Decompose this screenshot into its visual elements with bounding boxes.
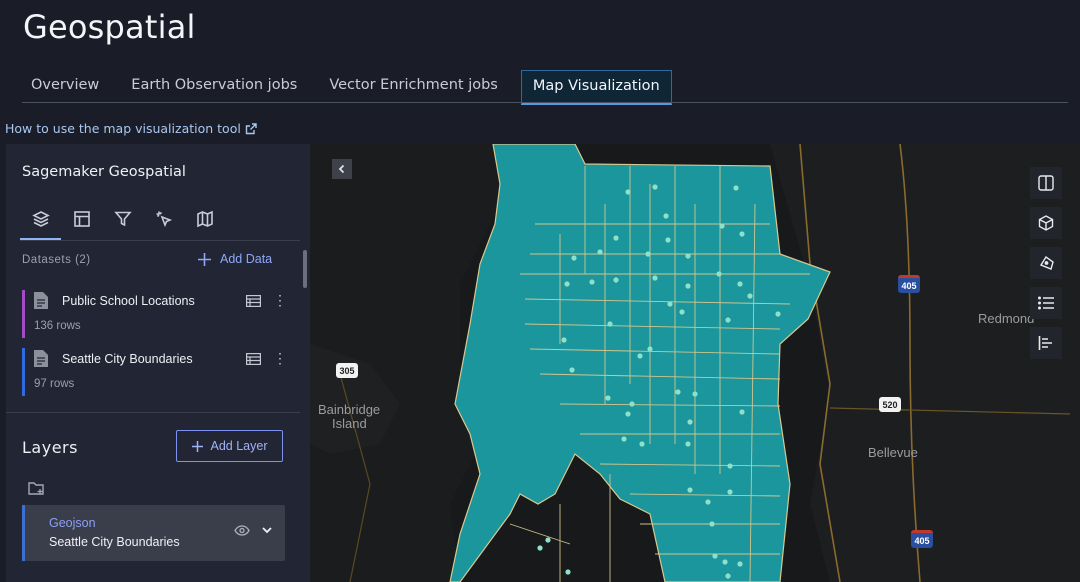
map-canvas[interactable]: Redmond Bainbridge Island Bellevue 305 4…	[310, 144, 1080, 582]
legend-list-icon[interactable]	[1030, 287, 1062, 319]
panel-tool-tabs	[20, 204, 225, 240]
dataset-name: Seattle City Boundaries	[62, 352, 193, 366]
help-link[interactable]: How to use the map visualization tool	[5, 121, 257, 136]
layer-name: Seattle City Boundaries	[49, 535, 180, 549]
map-label-redmond: Redmond	[978, 311, 1035, 326]
add-data-button[interactable]: Add Data	[198, 252, 272, 266]
chevron-left-icon	[338, 164, 345, 174]
tab-vector-enrichment-jobs[interactable]: Vector Enrichment jobs	[318, 70, 509, 102]
seattle-boundaries-layer	[449, 144, 831, 582]
add-layer-button[interactable]: Add Layer	[176, 430, 283, 462]
route-shield-520: 520	[879, 397, 901, 412]
map-label-bainbridge: Bainbridge	[318, 402, 381, 417]
tab-map-visualization[interactable]: Map Visualization	[520, 70, 672, 105]
chevron-down-icon[interactable]	[261, 525, 273, 535]
panel-title: Sagemaker Geospatial	[22, 164, 186, 180]
layers-title: Layers	[22, 438, 78, 457]
table-view-icon[interactable]	[246, 353, 261, 365]
plus-icon	[191, 440, 203, 452]
more-options-icon[interactable]: ⋮	[273, 350, 287, 367]
map-label-island: Island	[332, 416, 367, 431]
dataset-name: Public School Locations	[62, 294, 195, 308]
layer-color-bar	[22, 505, 25, 561]
map-label-bellevue: Bellevue	[868, 445, 918, 460]
table-icon[interactable]	[61, 204, 102, 240]
add-layer-label: Add Layer	[210, 439, 268, 453]
dataset-row-count: 136 rows	[34, 320, 81, 332]
dataset-color-bar	[22, 348, 25, 396]
plus-icon	[198, 252, 211, 266]
file-icon	[34, 292, 48, 309]
route-shield-305: 305	[336, 363, 358, 378]
panel-divider	[6, 412, 300, 413]
external-link-icon	[245, 122, 257, 134]
table-view-icon[interactable]	[246, 295, 261, 307]
dataset-row-count: 97 rows	[34, 378, 75, 390]
dataset-item-seattle-city-boundaries[interactable]: Seattle City Boundaries 97 rows ⋮	[22, 348, 292, 396]
more-options-icon[interactable]: ⋮	[273, 292, 287, 309]
tab-overview[interactable]: Overview	[20, 70, 110, 102]
collapse-panel-button[interactable]	[332, 159, 352, 179]
panel-divider	[20, 240, 300, 241]
3d-cube-icon[interactable]	[1030, 207, 1062, 239]
layer-card-seattle-city-boundaries[interactable]: Geojson Seattle City Boundaries	[22, 505, 285, 561]
draw-polygon-icon[interactable]	[1030, 247, 1062, 279]
eye-icon[interactable]	[234, 525, 250, 536]
dataset-item-public-school-locations[interactable]: Public School Locations 136 rows ⋮	[22, 290, 292, 338]
panel-scrollbar[interactable]	[303, 250, 307, 288]
interaction-icon[interactable]	[143, 204, 184, 240]
split-map-icon[interactable]	[1030, 167, 1062, 199]
tab-divider	[22, 102, 1068, 103]
dataset-color-bar	[22, 290, 25, 338]
file-icon	[34, 350, 48, 367]
layers-icon[interactable]	[20, 204, 61, 240]
layer-type: Geojson	[49, 516, 96, 530]
datasets-header: Datasets (2)	[22, 254, 91, 266]
basemap-icon[interactable]	[184, 204, 225, 240]
bar-chart-icon[interactable]	[1030, 327, 1062, 359]
page-title: Geospatial	[23, 8, 196, 46]
side-panel: Sagemaker Geospatial Datasets (2) Add Da…	[6, 144, 310, 582]
help-link-label: How to use the map visualization tool	[5, 121, 241, 136]
filter-icon[interactable]	[102, 204, 143, 240]
add-data-label: Add Data	[220, 252, 273, 266]
main-tabs: Overview Earth Observation jobs Vector E…	[20, 70, 682, 105]
route-shield-405: 405	[911, 530, 933, 548]
route-shield-405: 405	[898, 275, 920, 293]
add-folder-icon[interactable]	[28, 480, 46, 496]
tab-earth-observation-jobs[interactable]: Earth Observation jobs	[120, 70, 308, 102]
